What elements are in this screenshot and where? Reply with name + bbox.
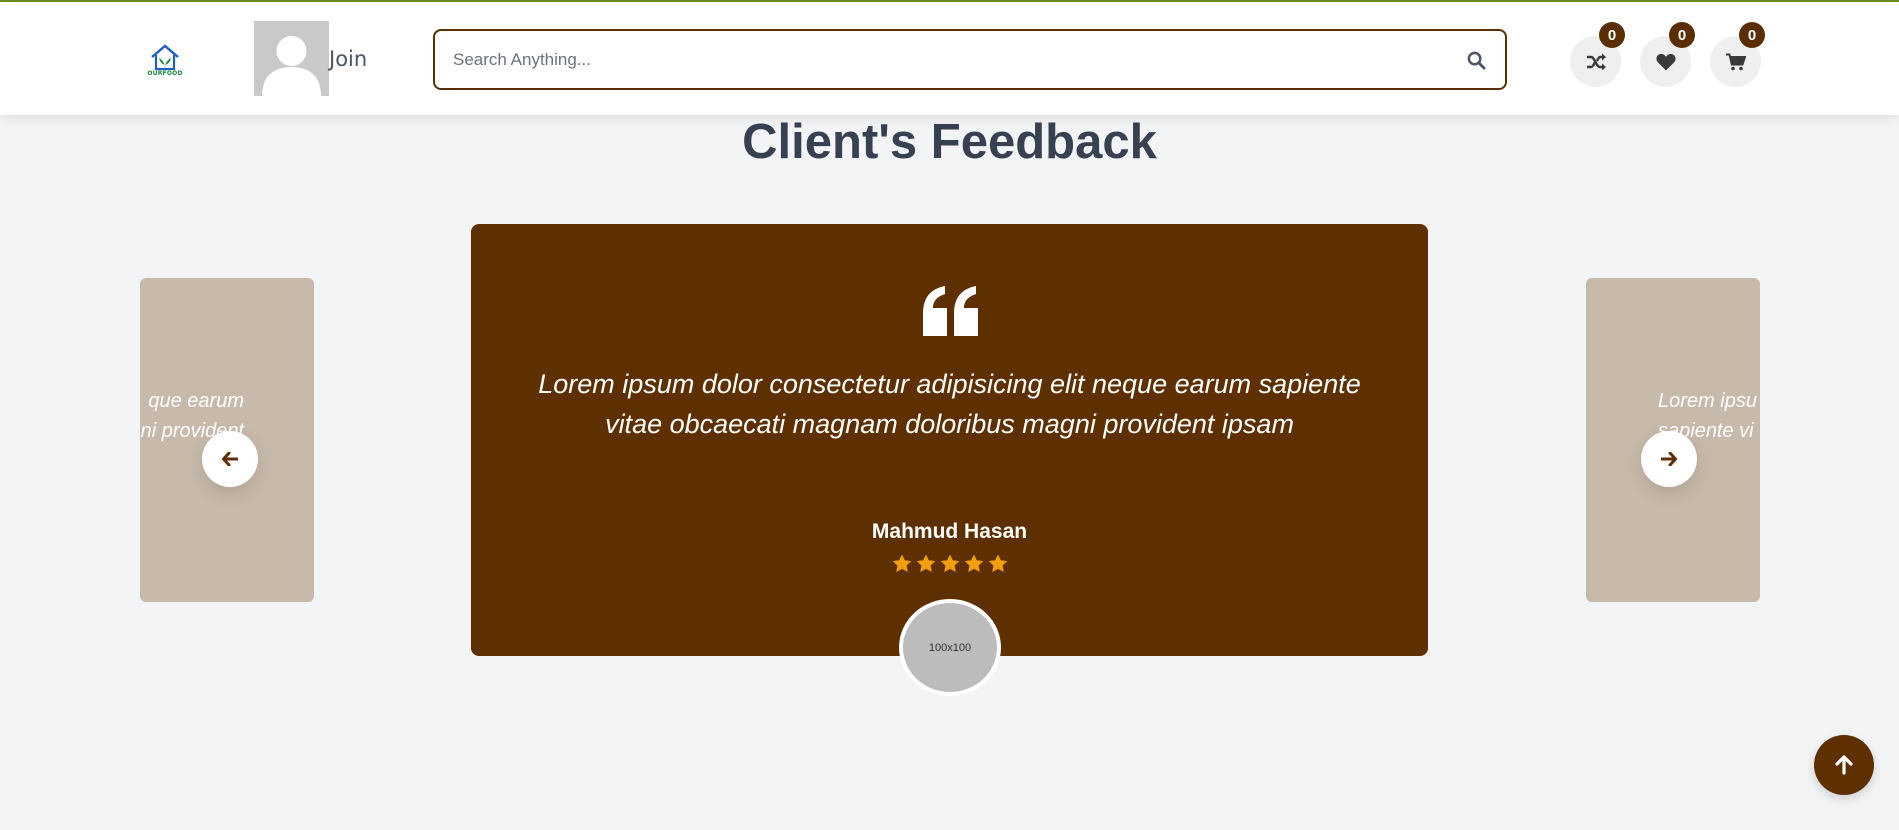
prev-slide-button[interactable] [202, 431, 258, 487]
site-header: OURFOOD Join 0 0 [0, 2, 1899, 115]
star-icon [916, 554, 935, 573]
user-placeholder-icon [254, 21, 329, 96]
wishlist-count-badge: 0 [1669, 22, 1695, 48]
next-testimonial-line: Lorem ipsu [1658, 390, 1757, 412]
cart-icon [1725, 53, 1746, 70]
compare-button[interactable]: 0 [1570, 22, 1625, 87]
logo-text: OURFOOD [147, 70, 183, 77]
star-icon [892, 554, 911, 573]
search-bar [433, 29, 1507, 90]
arrow-right-icon [1661, 452, 1677, 466]
arrow-up-icon [1835, 755, 1853, 775]
client-name: Mahmud Hasan [871, 520, 1028, 543]
search-button[interactable] [1463, 47, 1489, 73]
prev-testimonial-line: que earum [148, 390, 244, 412]
star-icon [940, 554, 959, 573]
compare-count-badge: 0 [1599, 22, 1625, 48]
heart-icon [1655, 53, 1676, 70]
star-icon [964, 554, 983, 573]
star-icon [988, 554, 1007, 573]
back-to-top-button[interactable] [1814, 735, 1874, 795]
wishlist-button[interactable]: 0 [1640, 22, 1695, 87]
quote-icon [923, 286, 978, 336]
next-slide-button[interactable] [1641, 431, 1697, 487]
shuffle-icon [1586, 53, 1606, 70]
join-link[interactable]: Join [329, 47, 367, 71]
search-input[interactable] [453, 31, 1413, 88]
cart-button[interactable]: 0 [1710, 22, 1765, 87]
client-avatar: 100x100 [899, 599, 1001, 696]
star-rating [471, 554, 1428, 573]
search-icon [1467, 51, 1486, 70]
site-logo[interactable]: OURFOOD [140, 32, 190, 87]
client-avatar-label: 100x100 [928, 641, 972, 654]
user-avatar[interactable] [254, 21, 329, 96]
section-title: Client's Feedback [742, 115, 1157, 169]
active-testimonial-card: Lorem ipsum dolor consectetur adipisicin… [471, 224, 1428, 656]
arrow-left-icon [222, 452, 238, 466]
testimonial-quote: Lorem ipsum dolor consectetur adipisicin… [538, 369, 1361, 439]
house-leaf-icon [151, 44, 179, 71]
cart-count-badge: 0 [1739, 22, 1765, 48]
